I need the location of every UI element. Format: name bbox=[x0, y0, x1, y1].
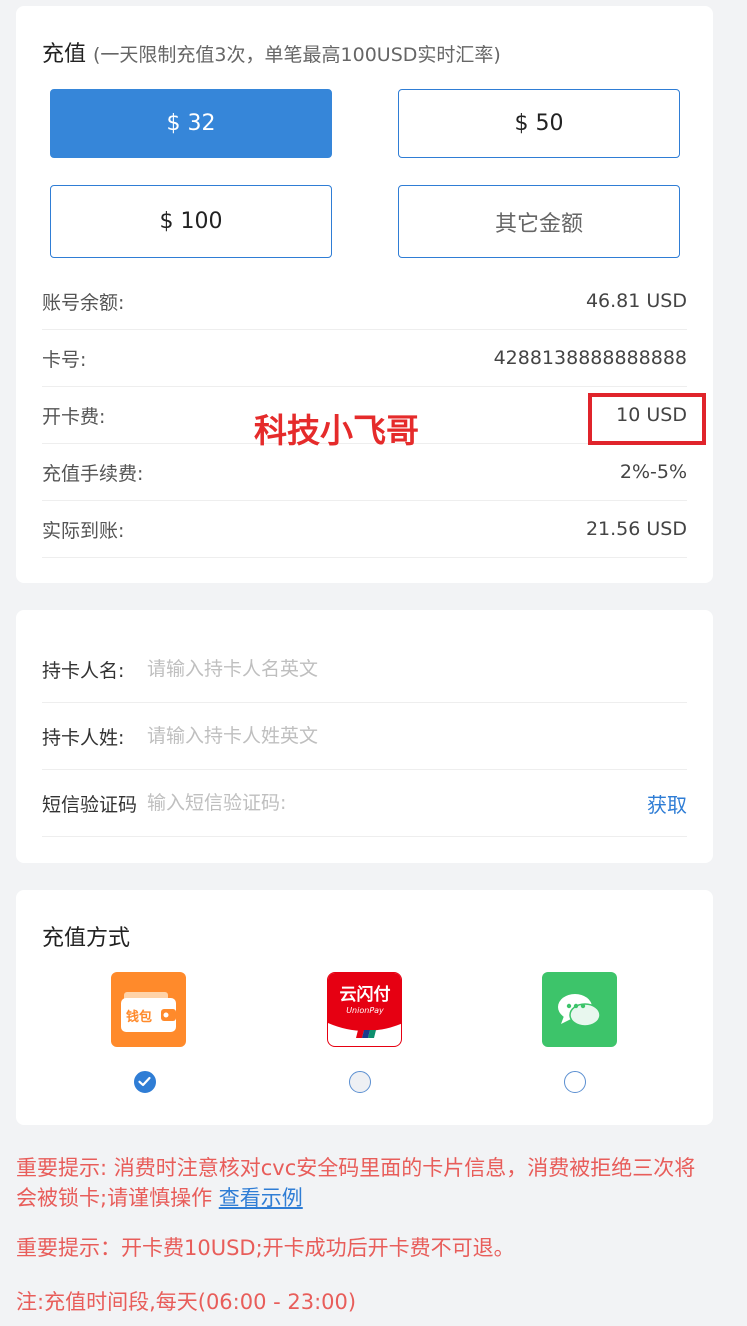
last-name-label: 持卡人姓: bbox=[42, 726, 125, 749]
recharge-fee-label: 充值手续费: bbox=[42, 462, 144, 485]
balance-value: 46.81 USD bbox=[585, 290, 687, 312]
unionpay-icon-subtext: UnionPay bbox=[346, 1006, 384, 1015]
recharge-title: 充值 (一天限制充值3次，单笔最高100USD实时汇率) bbox=[42, 36, 501, 68]
checkmark-icon bbox=[138, 1076, 151, 1087]
unionpay-radio[interactable] bbox=[349, 1071, 371, 1093]
unionpay-icon-graphic: 云闪付 UnionPay bbox=[328, 973, 401, 1038]
balance-label: 账号余额: bbox=[42, 291, 125, 314]
info-row-balance: 账号余额: 46.81 USD bbox=[42, 273, 687, 330]
recharge-card: 充值 (一天限制充值3次，单笔最高100USD实时汇率) $ 32 $ 50 $… bbox=[16, 6, 713, 583]
amount-32-button[interactable]: $ 32 bbox=[50, 89, 332, 158]
view-example-link[interactable]: 查看示例 bbox=[219, 1186, 303, 1210]
watermark-text: 科技小飞哥 bbox=[254, 411, 419, 450]
unionpay-icon-text: 云闪付 bbox=[340, 984, 391, 1005]
actual-amount-value: 21.56 USD bbox=[585, 518, 687, 540]
card-fee-label: 开卡费: bbox=[42, 405, 106, 428]
other-amount-button[interactable]: 其它金额 bbox=[398, 185, 680, 258]
info-row-card-number: 卡号: 4288138888888888 bbox=[42, 330, 687, 387]
wallet-icon-text: 钱包 bbox=[126, 1009, 152, 1025]
info-row-actual-amount: 实际到账: 21.56 USD bbox=[42, 501, 687, 558]
recharge-title-text: 充值 bbox=[42, 42, 87, 67]
notice-time-window: 注:充值时间段,每天(06:00 - 23:00) bbox=[16, 1290, 357, 1314]
wechat-icon[interactable] bbox=[542, 972, 617, 1047]
notice-cvc-text: 重要提示: 消费时注意核对cvc安全码里面的卡片信息，消费被拒绝三次将会被锁卡;… bbox=[16, 1156, 696, 1210]
payment-method-card: 充值方式 钱包 云闪付 UnionPay bbox=[16, 890, 713, 1125]
get-sms-code-button[interactable]: 获取 bbox=[647, 789, 687, 818]
card-number-value: 4288138888888888 bbox=[493, 347, 687, 369]
last-name-input[interactable] bbox=[147, 725, 687, 747]
notice-cvc: 重要提示: 消费时注意核对cvc安全码里面的卡片信息，消费被拒绝三次将会被锁卡;… bbox=[16, 1153, 716, 1213]
sms-code-label: 短信验证码 bbox=[42, 793, 138, 816]
wechat-icon-graphic bbox=[558, 994, 601, 1027]
sms-code-input[interactable] bbox=[147, 792, 647, 814]
wallet-icon-graphic: 钱包 bbox=[121, 992, 176, 1032]
actual-amount-label: 实际到账: bbox=[42, 519, 125, 542]
first-name-label: 持卡人名: bbox=[42, 659, 125, 682]
first-name-row: 持卡人名: bbox=[42, 636, 687, 703]
sms-code-row: 短信验证码 获取 bbox=[42, 770, 687, 837]
amount-50-button[interactable]: $ 50 bbox=[398, 89, 680, 158]
card-number-label: 卡号: bbox=[42, 348, 87, 371]
cardholder-card: 持卡人名: 持卡人姓: 短信验证码 获取 bbox=[16, 610, 713, 863]
wallet-radio[interactable] bbox=[134, 1071, 156, 1093]
notice-card-fee: 重要提示：开卡费10USD;开卡成功后开卡费不可退。 bbox=[16, 1236, 515, 1260]
last-name-row: 持卡人姓: bbox=[42, 703, 687, 770]
wallet-icon[interactable]: 钱包 bbox=[111, 972, 186, 1047]
first-name-input[interactable] bbox=[147, 658, 687, 680]
recharge-limit-note: (一天限制充值3次，单笔最高100USD实时汇率) bbox=[93, 44, 501, 66]
unionpay-icon[interactable]: 云闪付 UnionPay bbox=[327, 972, 402, 1047]
amount-100-button[interactable]: $ 100 bbox=[50, 185, 332, 258]
wechat-radio[interactable] bbox=[564, 1071, 586, 1093]
recharge-fee-value: 2%-5% bbox=[619, 461, 687, 483]
highlight-box bbox=[588, 393, 706, 445]
info-row-recharge-fee: 充值手续费: 2%-5% bbox=[42, 444, 687, 501]
payment-method-title: 充值方式 bbox=[42, 926, 131, 951]
